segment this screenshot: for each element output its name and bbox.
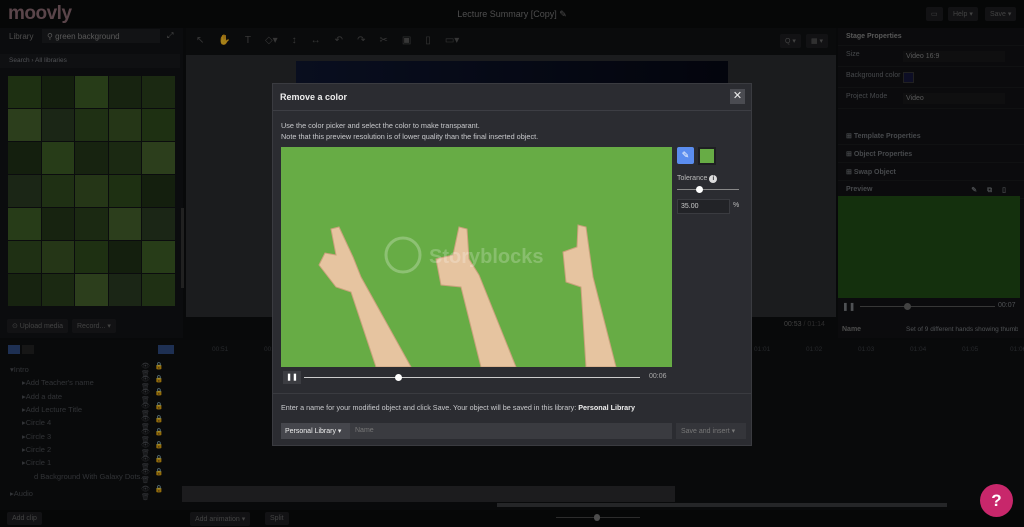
instructions: Use the color picker and select the colo… (281, 120, 538, 142)
save-and-insert-button[interactable]: Save and insert ▾ (676, 423, 746, 439)
close-button[interactable]: ✕ (730, 89, 745, 104)
info-icon[interactable]: i (709, 175, 718, 183)
watermark: Storyblocks (429, 246, 543, 268)
tolerance-text: Tolerance (677, 175, 708, 182)
help-button[interactable]: ? (980, 484, 1013, 517)
save-library-name: Personal Library (578, 403, 635, 412)
save-note: Enter a name for your modified object an… (281, 403, 635, 412)
instructions-line-1: Use the color picker and select the colo… (281, 121, 480, 130)
pause-button[interactable]: ❚❚ (283, 371, 301, 384)
playback-scrubber[interactable] (304, 374, 640, 381)
save-note-text: Enter a name for your modified object an… (281, 403, 577, 412)
dialog-title: Remove a color (273, 84, 751, 111)
selected-color-swatch[interactable] (698, 147, 716, 165)
hands-thumbs-up-image: Storyblocks (318, 224, 617, 367)
tolerance-slider[interactable] (677, 186, 739, 193)
divider (273, 393, 751, 394)
close-icon: ✕ (732, 90, 743, 102)
tolerance-input[interactable]: 35.00 (677, 199, 730, 214)
tolerance-label: Tolerance i (677, 175, 718, 183)
remove-color-dialog: Remove a color ✕ Use the color picker an… (272, 83, 752, 446)
name-input[interactable]: Name (350, 423, 672, 439)
color-picker-button[interactable]: ✎ (677, 147, 694, 164)
library-select[interactable]: Personal Library ▾ (281, 423, 350, 439)
chroma-preview-video[interactable]: Storyblocks (281, 147, 672, 367)
tolerance-unit: % (733, 202, 740, 209)
playback-time: 00:06 (649, 373, 667, 380)
instructions-line-2: Note that this preview resolution is of … (281, 132, 539, 141)
eyedropper-icon: ✎ (681, 150, 690, 160)
pause-icon: ❚❚ (286, 374, 298, 381)
